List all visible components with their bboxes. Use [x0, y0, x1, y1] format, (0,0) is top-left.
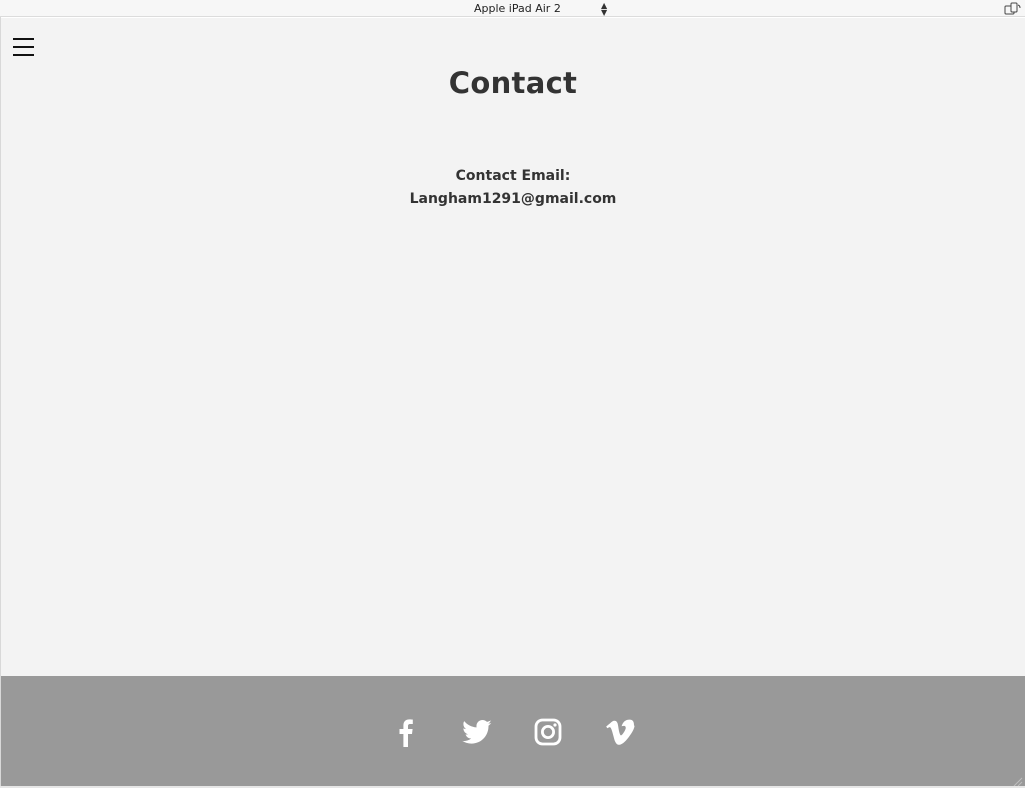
rotate-device-icon[interactable] — [1004, 2, 1022, 16]
device-name: Apple iPad Air 2 — [474, 2, 561, 15]
hamburger-menu-icon[interactable] — [13, 37, 34, 56]
resize-grip-icon[interactable] — [1013, 774, 1023, 787]
footer — [1, 676, 1025, 787]
twitter-icon[interactable] — [461, 716, 493, 748]
device-toolbar: Apple iPad Air 2 ▲ ▼ — [0, 0, 1025, 17]
instagram-icon[interactable] — [532, 716, 564, 748]
page-content: Contact Contact Email: Langham1291@gmail… — [1, 18, 1025, 676]
contact-email-value: Langham1291@gmail.com — [409, 191, 617, 207]
facebook-icon[interactable] — [390, 716, 422, 748]
vimeo-icon[interactable] — [604, 716, 636, 748]
device-select[interactable]: Apple iPad Air 2 ▲ ▼ — [462, 1, 612, 17]
page-title: Contact — [448, 66, 578, 100]
select-arrows-icon: ▲ ▼ — [601, 1, 608, 17]
contact-email-label: Contact Email: — [455, 168, 571, 184]
